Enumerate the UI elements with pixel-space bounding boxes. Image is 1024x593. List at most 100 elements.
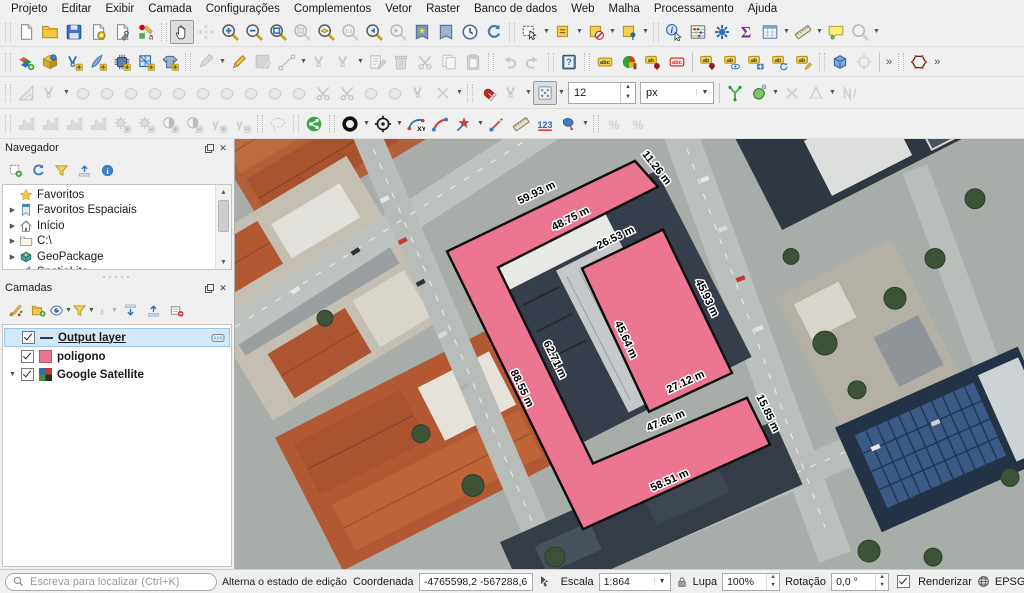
filter-legend-button[interactable]: ▼: [74, 300, 94, 320]
select-features-by-value-button[interactable]: [551, 20, 575, 44]
magnifier-spinbox[interactable]: 100%▲▼: [722, 573, 780, 591]
trim-extend-button[interactable]: [431, 81, 455, 105]
north-arrow-tool-button[interactable]: [837, 81, 861, 105]
menu-processamento[interactable]: Processamento: [647, 2, 741, 16]
zoom-in-button[interactable]: [218, 20, 242, 44]
browser-close-icon[interactable]: ✕: [217, 142, 229, 154]
fill-ring-button[interactable]: [191, 81, 215, 105]
add-selected-layers-button[interactable]: [5, 160, 25, 180]
toolbar-grip[interactable]: [467, 84, 473, 102]
current-edits-dropdown-icon[interactable]: ▼: [218, 58, 227, 65]
modify-attributes-button[interactable]: [365, 50, 389, 74]
collapse-all-button[interactable]: [74, 160, 94, 180]
field-calculator-button[interactable]: [686, 20, 710, 44]
layer-item-poligono[interactable]: poligono: [4, 348, 230, 365]
menu-projeto[interactable]: Projeto: [4, 2, 54, 16]
map-tips-button[interactable]: [824, 20, 848, 44]
redo-button[interactable]: [521, 50, 545, 74]
rotate-label-button[interactable]: ab: [768, 50, 792, 74]
new-print-layout-button[interactable]: [86, 20, 110, 44]
highlight-labels-button[interactable]: abc: [665, 50, 689, 74]
toolbar-grip[interactable]: [653, 23, 659, 41]
menu-raster[interactable]: Raster: [419, 2, 467, 16]
construction-tools-button[interactable]: [38, 81, 62, 105]
spin-up-icon[interactable]: ▲: [876, 574, 888, 582]
pan-map-button[interactable]: [170, 20, 194, 44]
toolbar-grip[interactable]: [5, 115, 11, 133]
select-features-dropdown-icon[interactable]: ▼: [542, 28, 551, 35]
open-project-button[interactable]: [38, 20, 62, 44]
increase-contrast-button[interactable]: [158, 112, 182, 136]
snap-units-combobox[interactable]: px▼: [640, 82, 714, 104]
deselect-features-dropdown-icon[interactable]: ▼: [608, 28, 617, 35]
zoom-to-layer-button[interactable]: [314, 20, 338, 44]
toolbar-grip[interactable]: [257, 115, 263, 133]
new-project-button[interactable]: [14, 20, 38, 44]
toolbar-overflow-icon[interactable]: »: [931, 56, 943, 68]
save-project-button[interactable]: [62, 20, 86, 44]
menu-camada[interactable]: Camada: [141, 2, 198, 16]
layer-labeling-button[interactable]: abc: [593, 50, 617, 74]
add-feature-dropdown-icon[interactable]: ▼: [299, 58, 308, 65]
local-cumulative-stretch-button[interactable]: [62, 112, 86, 136]
toolbar-grip[interactable]: [5, 84, 11, 102]
add-spatialite-layer-button[interactable]: [86, 50, 110, 74]
coordinate-value[interactable]: -4765598,2 -567288,6: [419, 573, 533, 591]
add-feature-button[interactable]: [275, 50, 299, 74]
toolbar-overflow-icon[interactable]: »: [883, 56, 895, 68]
move-feature-button[interactable]: [71, 81, 95, 105]
split-parts-button[interactable]: [335, 81, 359, 105]
add-mesh-layer-button[interactable]: [134, 50, 158, 74]
advanced-digitizing-panel-button[interactable]: [14, 81, 38, 105]
browser-scrollbar[interactable]: ▲ ▼: [215, 185, 231, 269]
processing-toolbox-button[interactable]: [710, 20, 734, 44]
menu-configura-es[interactable]: Configurações: [199, 2, 287, 16]
delete-ring-button[interactable]: [215, 81, 239, 105]
spin-down-icon[interactable]: ▼: [767, 582, 779, 590]
coordinate-extent-toggle-icon[interactable]: [538, 575, 551, 588]
expander-icon[interactable]: ▶: [7, 253, 18, 261]
save-layer-edits-button[interactable]: [251, 50, 275, 74]
snap-on-intersections-dropdown-icon[interactable]: ▼: [524, 89, 533, 96]
scroll-down-icon[interactable]: ▼: [216, 255, 231, 269]
toggle-editing-button[interactable]: [227, 50, 251, 74]
move-annotation-button[interactable]: [485, 112, 509, 136]
layers-undock-icon[interactable]: [203, 282, 215, 294]
cut-features-button[interactable]: [413, 50, 437, 74]
coordinate-capture-button[interactable]: XY: [404, 112, 428, 136]
avoid-overlap-dropdown-icon[interactable]: ▼: [771, 89, 780, 96]
geocoder-dropdown-icon[interactable]: ▼: [872, 28, 881, 35]
browser-item-favoritos-espaciais[interactable]: ▶Favoritos Espaciais: [3, 203, 216, 219]
select-features-by-value-dropdown-icon[interactable]: ▼: [575, 28, 584, 35]
mini-ruler-button[interactable]: [509, 112, 533, 136]
remove-layer-button[interactable]: [166, 300, 186, 320]
crs-value[interactable]: EPSG:3857: [995, 576, 1024, 588]
delete-selected-button[interactable]: [389, 50, 413, 74]
collapse-all-layers-button[interactable]: [143, 300, 163, 320]
zoom-out-button[interactable]: [242, 20, 266, 44]
show-bookmarks-button[interactable]: [434, 20, 458, 44]
attribute-table-button[interactable]: [758, 20, 782, 44]
decrease-gamma-button[interactable]: γ: [230, 112, 254, 136]
temporal-controller-button[interactable]: [458, 20, 482, 44]
center-map-button[interactable]: [852, 50, 876, 74]
curve-digitize-button[interactable]: [428, 112, 452, 136]
add-raster-layer-button[interactable]: [110, 50, 134, 74]
annotation-ring-dropdown-icon[interactable]: ▼: [362, 120, 371, 127]
toolbar-grip[interactable]: [5, 23, 11, 41]
menu-complementos[interactable]: Complementos: [287, 2, 378, 16]
add-wfs-layer-button[interactable]: [38, 50, 62, 74]
pin-labels-button[interactable]: ab: [641, 50, 665, 74]
move-label-button[interactable]: ab: [744, 50, 768, 74]
toolbar-grip[interactable]: [593, 115, 599, 133]
properties-widget-button[interactable]: i: [97, 160, 117, 180]
layer-item-output-layer[interactable]: Output layer: [4, 328, 230, 347]
menu-malha[interactable]: Malha: [602, 2, 647, 16]
map-canvas[interactable]: 59.93 m11.26 m48.75 m26.53 m45.93 m45.64…: [235, 139, 1024, 569]
browser-item-c[interactable]: ▶C:\: [3, 234, 216, 250]
select-by-location-button[interactable]: [617, 20, 641, 44]
expander-icon[interactable]: ▼: [7, 371, 18, 378]
spin-down-icon[interactable]: ▼: [876, 582, 888, 590]
layers-close-icon[interactable]: ✕: [217, 282, 229, 294]
vertex-tool-button[interactable]: [332, 50, 356, 74]
